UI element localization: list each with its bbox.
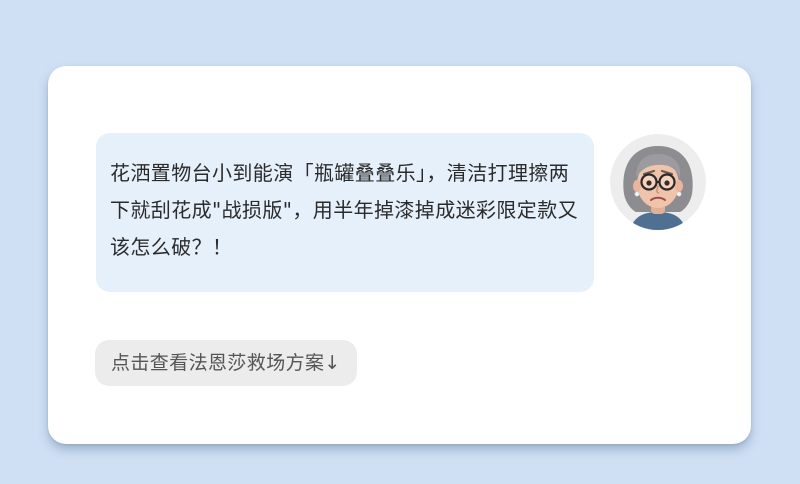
message-bubble: 花洒置物台小到能演「瓶罐叠叠乐」，清洁打理擦两下就刮花成"战损版"，用半年掉漆掉… — [96, 133, 594, 292]
worried-elderly-woman-avatar-icon — [610, 134, 706, 230]
avatar — [610, 134, 706, 230]
view-solution-button[interactable]: 点击查看法恩莎救场方案↓ — [95, 340, 357, 386]
message-card: 花洒置物台小到能演「瓶罐叠叠乐」，清洁打理擦两下就刮花成"战损版"，用半年掉漆掉… — [48, 66, 751, 444]
message-text: 花洒置物台小到能演「瓶罐叠叠乐」，清洁打理擦两下就刮花成"战损版"，用半年掉漆掉… — [110, 161, 578, 259]
